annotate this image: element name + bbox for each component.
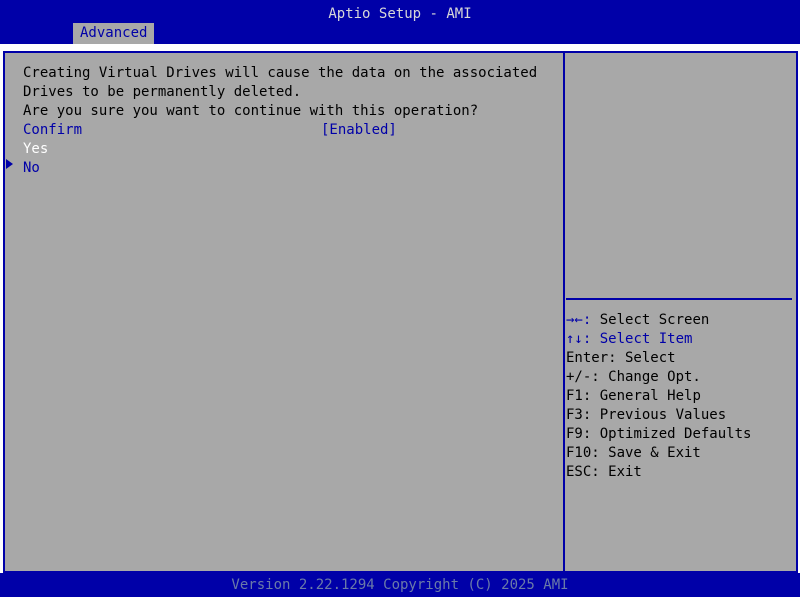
help-key: Enter: — [566, 350, 617, 366]
help-desc: Optimized Defaults — [591, 426, 752, 442]
warning-message-line-2: Drives to be permanently deleted. — [23, 84, 302, 100]
help-key: ESC: — [566, 464, 600, 480]
help-key: F1: — [566, 388, 592, 404]
help-desc: Select — [616, 350, 676, 366]
help-enter: Enter: Select — [566, 349, 676, 368]
help-change-opt: +/-: Change Opt. — [566, 368, 701, 387]
status-bar: Version 2.22.1294 Copyright (C) 2025 AMI — [0, 573, 800, 597]
help-desc: Select Item — [591, 331, 693, 347]
help-select-item: ↑↓: Select Item — [566, 330, 692, 349]
help-desc: Select Screen — [591, 312, 710, 328]
warning-message-line-3: Are you sure you want to continue with t… — [23, 103, 479, 119]
help-desc: Save & Exit — [599, 445, 701, 461]
help-key: F10: — [566, 445, 600, 461]
help-save-exit: F10: Save & Exit — [566, 444, 701, 463]
title-bar: Aptio Setup - AMI Advanced — [0, 0, 800, 44]
help-optimized-defaults: F9: Optimized Defaults — [566, 425, 751, 444]
help-key: ↑↓: — [566, 331, 592, 347]
help-key: →←: — [566, 312, 592, 328]
help-general-help: F1: General Help — [566, 387, 701, 406]
help-desc: Change Opt. — [599, 369, 701, 385]
main-panel: Creating Virtual Drives will cause the d… — [3, 51, 798, 573]
help-desc: General Help — [591, 388, 701, 404]
confirm-label[interactable]: Confirm — [23, 121, 82, 140]
help-separator — [566, 298, 792, 300]
submenu-arrow-icon — [6, 159, 13, 169]
confirm-value[interactable]: [Enabled] — [321, 121, 397, 140]
version-text: Version 2.22.1294 Copyright (C) 2025 AMI — [231, 577, 569, 593]
help-previous-values: F3: Previous Values — [566, 406, 726, 425]
tab-advanced[interactable]: Advanced — [73, 23, 155, 44]
app-title: Aptio Setup - AMI — [328, 6, 472, 22]
option-yes[interactable]: Yes — [23, 140, 48, 159]
help-exit: ESC: Exit — [566, 463, 642, 482]
panel-divider — [563, 53, 565, 571]
warning-message-line-1: Creating Virtual Drives will cause the d… — [23, 65, 538, 81]
option-no[interactable]: No — [23, 159, 40, 178]
help-key: F9: — [566, 426, 592, 442]
help-desc: Previous Values — [591, 407, 727, 423]
help-key: F3: — [566, 407, 592, 423]
help-key: +/-: — [566, 369, 600, 385]
help-select-screen: →←: Select Screen — [566, 311, 709, 330]
help-desc: Exit — [599, 464, 642, 480]
